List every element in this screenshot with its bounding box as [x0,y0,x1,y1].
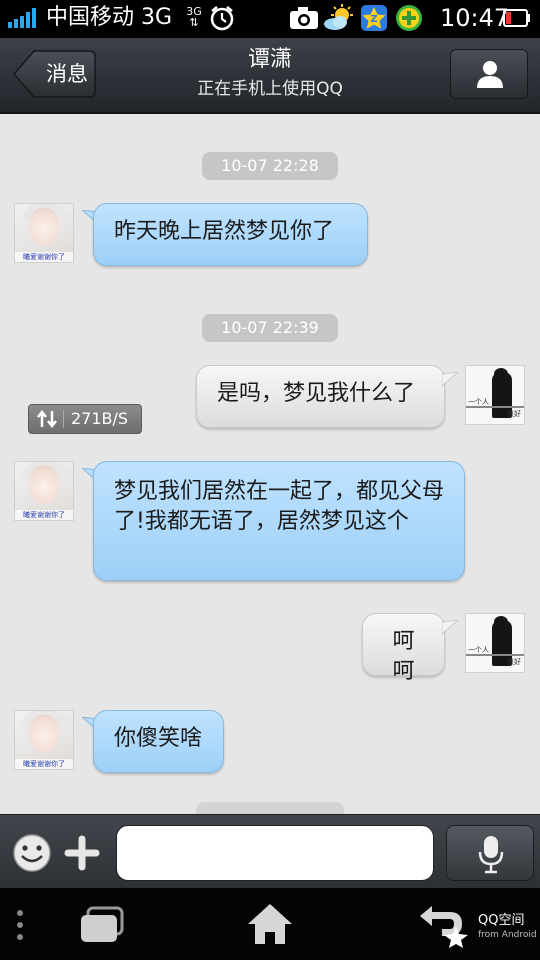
timestamp: 10-07 22:28 [202,152,338,180]
svg-text:Z: Z [370,14,377,25]
message-bubble-incoming[interactable]: 昨天晚上居然梦见你了 [93,203,368,266]
bubble-tail [442,372,458,387]
security-app-icon [396,5,422,31]
system-navigation-bar: QQ空间 from Android [0,888,540,960]
contact-status: 正在手机上使用QQ [197,79,343,99]
add-attachment-button[interactable] [64,835,100,871]
camera-icon [290,7,318,29]
timestamp: 10-07 22:39 [202,314,338,342]
message-bubble-incoming[interactable]: 你傻笑啥 [93,710,224,773]
chat-header: 消息 谭潇 正在手机上使用QQ [0,38,540,114]
recent-apps-icon[interactable] [78,906,126,944]
message-bubble-outgoing[interactable]: 呵呵 [362,613,445,684]
menu-icon[interactable] [14,908,26,942]
qzone-app-icon: Z [361,5,387,31]
chat-message-list[interactable]: 10-07 22:28 曦爱谢谢你了 昨天晚上居然梦见你了 10-07 22:3… [0,114,540,814]
microphone-icon [478,836,504,874]
signal-icon [8,8,36,28]
network-speed-value: 271B/S [71,409,129,428]
message-input[interactable] [116,825,434,881]
battery-icon [503,9,530,27]
alarm-icon [210,6,234,31]
clock: 10:47 [440,4,510,32]
contact-avatar[interactable]: 曦爱谢谢你了 [14,710,74,770]
qzone-label: QQ空间 [478,913,525,928]
contact-name: 谭潇 [247,47,292,72]
contact-profile-button[interactable] [450,49,528,99]
status-bar: 中国移动 3G 3G ⇅ Z 10:47 [0,0,540,38]
back-nav-icon[interactable] [416,902,472,948]
carrier-label: 中国移动 3G [46,5,173,30]
qzone-sublabel: from Android [478,930,537,940]
my-avatar[interactable]: 一个人 很好 [465,365,525,425]
contact-avatar[interactable]: 曦爱谢谢你了 [14,203,74,263]
contact-avatar[interactable]: 曦爱谢谢你了 [14,461,74,521]
bubble-tail [442,620,458,635]
transfer-arrows-icon [37,409,57,429]
voice-input-button[interactable] [446,825,534,881]
message-bubble-outgoing[interactable]: 是吗，梦见我什么了 [196,365,445,428]
network-speed-badge: 271B/S [28,404,142,434]
person-icon [477,61,503,88]
partially-visible-timestamp [196,802,344,814]
network-type-indicator: 3G ⇅ [186,5,202,29]
message-input-bar [0,814,540,889]
back-button-label: 消息 [46,62,88,86]
back-button[interactable]: 消息 [12,49,96,99]
my-avatar[interactable]: 一个人 很好 [465,613,525,673]
home-icon[interactable] [246,902,294,946]
weather-icon [324,4,353,30]
emoji-button[interactable] [12,833,52,873]
message-bubble-incoming[interactable]: 梦见我们居然在一起了，都见父母了!我都无语了，居然梦见这个 [93,461,465,581]
